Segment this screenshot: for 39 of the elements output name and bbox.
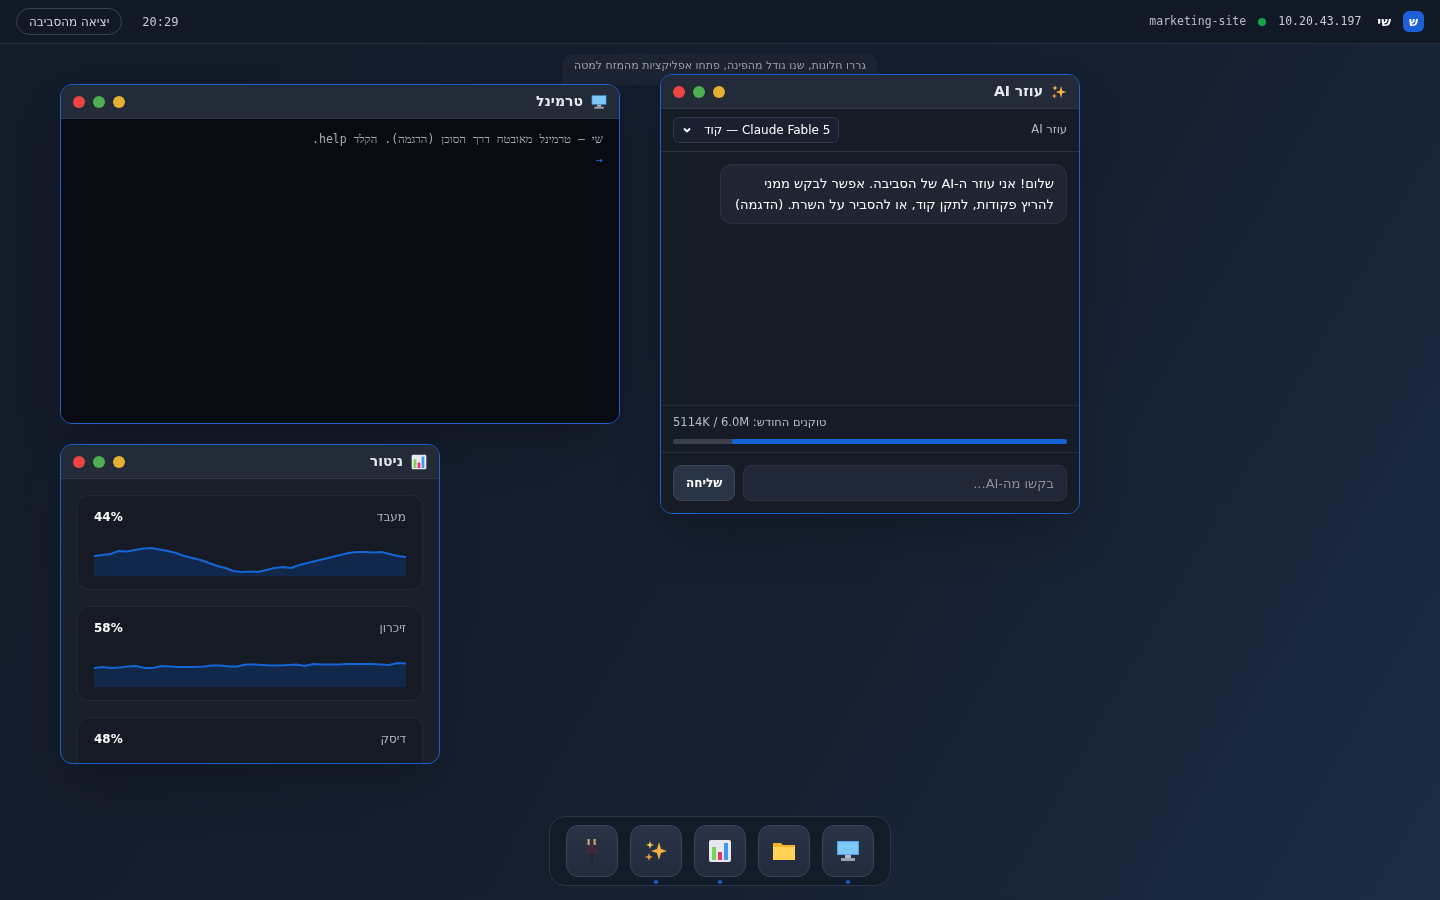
plug-icon — [586, 839, 598, 863]
usage-text: טוקנים החודש: 5114K / 6.0M — [673, 413, 828, 431]
user-name: שי — [1377, 12, 1391, 31]
clock: 20:29 — [142, 13, 179, 31]
app-logo: ש — [1403, 11, 1424, 32]
send-button[interactable]: שליחה — [673, 465, 736, 501]
window-title: ניטור — [369, 452, 403, 471]
metric-value: 58% — [94, 620, 123, 637]
model-select[interactable]: Claude Fable 5 — קוד — [673, 117, 840, 143]
window-titlebar[interactable]: עוזר AI — [661, 75, 1079, 109]
metric-value: 48% — [94, 731, 123, 748]
env-name: marketing-site — [1149, 12, 1247, 30]
metric-label: דיסק — [380, 731, 406, 748]
sparkle-icon — [644, 839, 668, 863]
dock-app-button[interactable] — [758, 825, 810, 877]
window-title: טרמינל — [536, 92, 583, 111]
computer-icon — [836, 839, 860, 863]
running-indicator — [654, 880, 658, 884]
terminal-line: שי — טרמינל מאובטח דרך הסוכן (הדגמה). הקלד help. — [311, 131, 603, 148]
computer-icon — [591, 93, 607, 110]
window-title: עוזר AI — [993, 82, 1043, 101]
dock-app-button[interactable] — [694, 825, 746, 877]
running-indicator — [846, 880, 850, 884]
metric-label: מעבד — [376, 509, 406, 526]
dock-app-button[interactable] — [630, 825, 682, 877]
window-titlebar[interactable]: ניטור — [61, 445, 439, 479]
metric-label: זיכרון — [379, 620, 406, 637]
chat-message: שלום! אני עוזר ה-AI של הסביבה. אפשר לבקש ממני להריץ פקודות, לתקן קוד, או להסביר על השרת. (הדגמה) — [720, 164, 1067, 224]
bar-chart-icon — [708, 839, 732, 863]
ip-address: 10.20.43.197 — [1278, 12, 1362, 30]
running-indicator — [718, 880, 722, 884]
metric-value: 44% — [94, 509, 123, 526]
bar-chart-icon — [411, 453, 427, 470]
window-titlebar[interactable]: טרמינל — [61, 85, 619, 119]
chevron-down-icon — [682, 125, 692, 135]
dock-app-button[interactable] — [822, 825, 874, 877]
panel-subtitle: עוזר AI — [1031, 121, 1067, 139]
prompt-field[interactable]: בקשו מה-AI... — [743, 465, 1067, 501]
terminal-prompt[interactable]: → — [77, 152, 603, 170]
